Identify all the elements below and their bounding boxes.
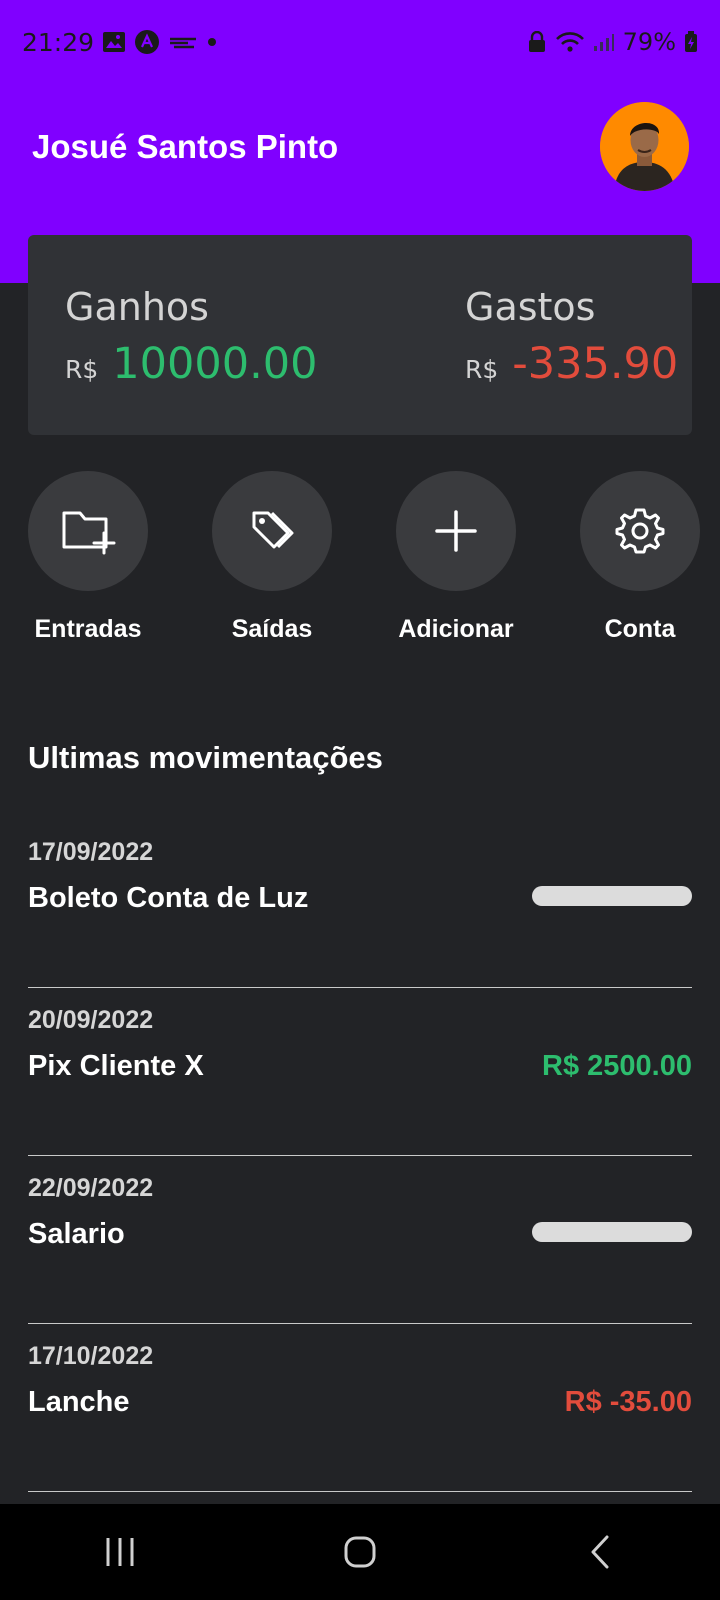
income-summary: Ganhos R$ 10000.00 xyxy=(65,285,317,389)
action-adicionar-button[interactable] xyxy=(396,471,516,591)
action-saidas-button[interactable] xyxy=(212,471,332,591)
recent-apps-icon xyxy=(106,1538,134,1566)
signal-icon xyxy=(593,32,615,52)
app-screen: 21:29 79% Josué Santos Pinto Ganhos R$ 1… xyxy=(0,0,720,1600)
action-saidas[interactable]: Saídas xyxy=(202,471,342,644)
transaction-amount: R$ -35.00 xyxy=(564,1386,692,1418)
back-button[interactable] xyxy=(560,1522,640,1582)
recent-apps-button[interactable] xyxy=(80,1522,160,1582)
transaction-amount-placeholder xyxy=(532,1222,692,1242)
action-conta-button[interactable] xyxy=(580,471,700,591)
transaction-description: Salario xyxy=(28,1218,125,1250)
action-entradas[interactable]: Entradas xyxy=(18,471,158,644)
gear-icon xyxy=(615,508,665,554)
expense-summary: Gastos R$ -335.90 xyxy=(465,285,678,389)
transaction-amount: R$ 2500.00 xyxy=(542,1050,692,1082)
expense-currency: R$ xyxy=(465,355,499,384)
wifi-icon xyxy=(555,31,585,53)
battery-percentage: 79% xyxy=(622,28,676,56)
app-icon xyxy=(134,29,160,55)
transaction-description: Boleto Conta de Luz xyxy=(28,882,309,914)
home-icon xyxy=(344,1536,376,1568)
status-time: 21:29 xyxy=(22,27,95,57)
plus-icon xyxy=(435,510,477,552)
transaction-date: 17/10/2022 xyxy=(28,1342,154,1370)
dot-icon xyxy=(206,36,218,48)
list-item[interactable]: 22/09/2022 Salario xyxy=(28,1156,692,1324)
transaction-description: Pix Cliente X xyxy=(28,1050,204,1082)
section-title: Ultimas movimentações xyxy=(28,740,383,775)
transactions-list: 17/09/2022 Boleto Conta de Luz 20/09/202… xyxy=(28,820,692,1492)
action-entradas-label: Entradas xyxy=(34,615,142,643)
expense-value-row: R$ -335.90 xyxy=(465,339,678,389)
action-adicionar[interactable]: Adicionar xyxy=(386,471,526,644)
status-right: 79% xyxy=(527,28,698,56)
action-entradas-button[interactable] xyxy=(28,471,148,591)
expense-label: Gastos xyxy=(465,285,596,329)
action-conta[interactable]: Conta xyxy=(570,471,710,644)
transaction-date: 22/09/2022 xyxy=(28,1174,154,1202)
list-item[interactable]: 17/09/2022 Boleto Conta de Luz xyxy=(28,820,692,988)
list-item[interactable]: 20/09/2022 Pix Cliente X R$ 2500.00 xyxy=(28,988,692,1156)
transaction-amount-placeholder xyxy=(532,886,692,906)
folder-plus-icon xyxy=(62,511,116,555)
action-conta-label: Conta xyxy=(604,615,676,643)
transaction-description: Lanche xyxy=(28,1386,130,1418)
income-amount: 10000.00 xyxy=(112,339,318,389)
system-nav-bar xyxy=(0,1504,720,1600)
lock-icon xyxy=(527,31,547,53)
tags-icon xyxy=(252,511,294,549)
action-adicionar-label: Adicionar xyxy=(398,615,514,643)
status-bar: 21:29 79% xyxy=(0,0,720,84)
income-label: Ganhos xyxy=(65,285,209,329)
quick-actions: Entradas Saídas Adicionar Conta xyxy=(0,471,720,644)
user-name: Josué Santos Pinto xyxy=(32,128,339,165)
balance-summary-card: Ganhos R$ 10000.00 Gastos R$ -335.90 xyxy=(28,235,692,435)
avatar-photo xyxy=(600,102,689,191)
back-icon xyxy=(591,1535,609,1569)
income-value-row: R$ 10000.00 xyxy=(65,339,317,389)
transaction-date: 17/09/2022 xyxy=(28,838,154,866)
action-saidas-label: Saídas xyxy=(231,615,313,643)
expense-amount: -335.90 xyxy=(512,339,679,389)
battery-icon xyxy=(684,31,698,53)
income-currency: R$ xyxy=(65,355,99,384)
status-left: 21:29 xyxy=(22,28,218,57)
transaction-date: 20/09/2022 xyxy=(28,1006,154,1034)
avatar[interactable] xyxy=(600,102,689,191)
home-button[interactable] xyxy=(320,1522,400,1582)
list-item[interactable]: 17/10/2022 Lanche R$ -35.00 xyxy=(28,1324,692,1492)
gallery-icon xyxy=(102,31,126,53)
notification-app-icon xyxy=(168,33,198,51)
